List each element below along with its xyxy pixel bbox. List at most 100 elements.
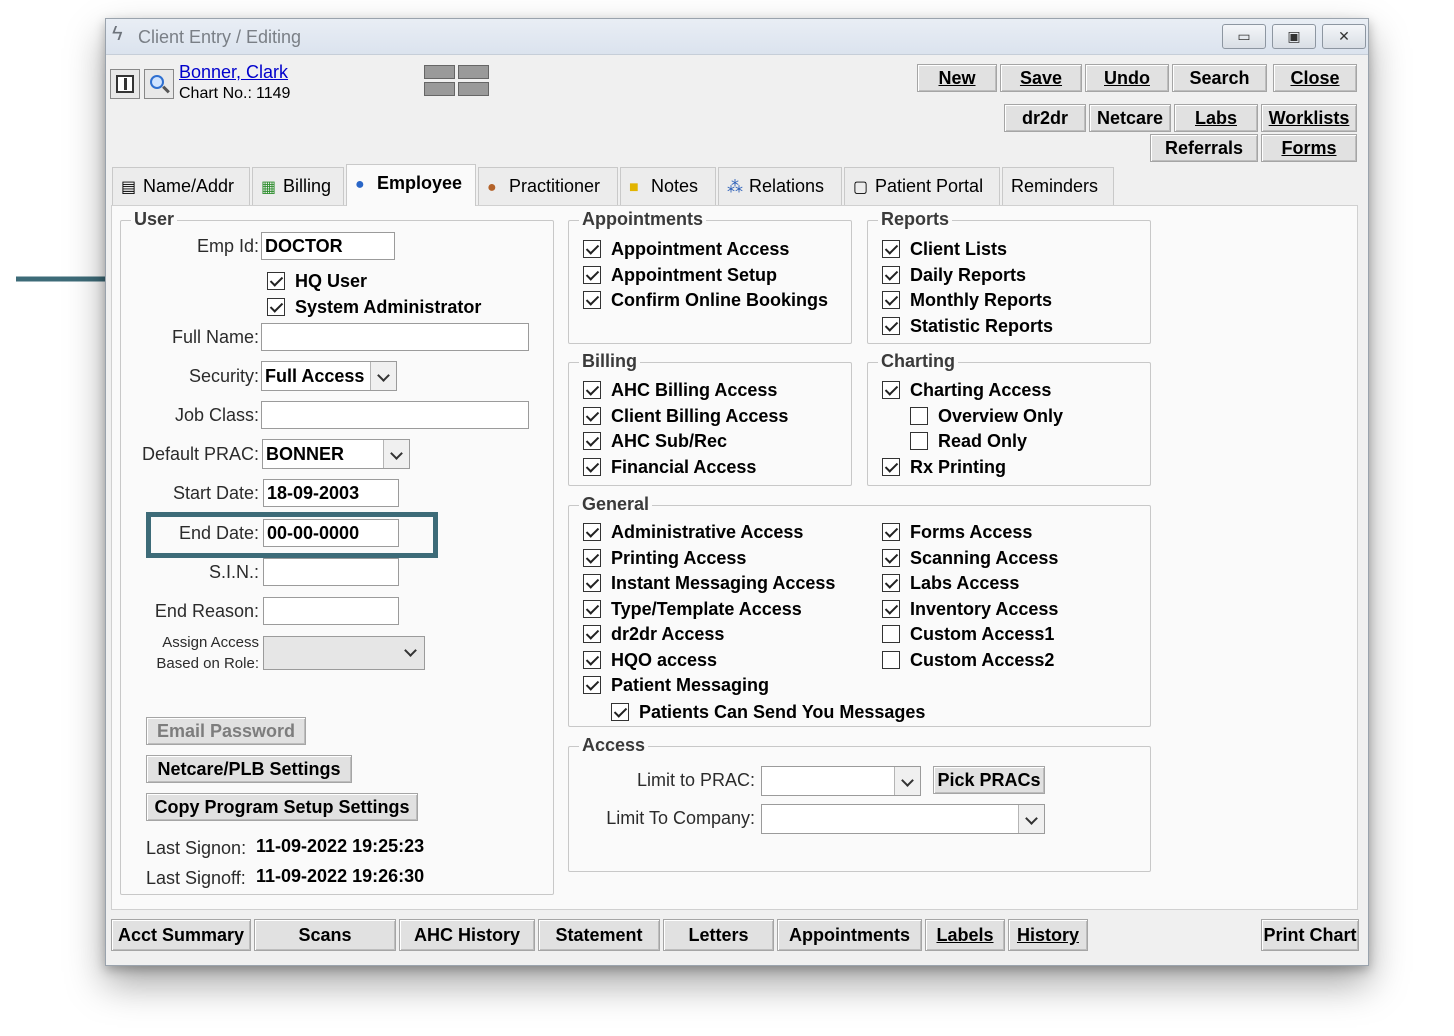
labs-access-checkbox[interactable]: Labs Access	[882, 572, 1019, 596]
appointment-setup-checkbox[interactable]: Appointment Setup	[583, 264, 777, 288]
ahc-history-button[interactable]: AHC History	[399, 919, 535, 951]
type-template-access-checkbox[interactable]: Type/Template Access	[583, 598, 802, 622]
statistic-reports-checkbox[interactable]: Statistic Reports	[882, 315, 1053, 339]
chevron-down-icon[interactable]	[398, 637, 424, 669]
tab-patient-portal[interactable]: ▢ Patient Portal	[844, 167, 1000, 205]
emp-id-field[interactable]: DOCTOR	[261, 232, 395, 260]
charting-legend: Charting	[878, 351, 958, 372]
id-card-icon: ▤	[121, 179, 137, 196]
copy-program-setup-button[interactable]: Copy Program Setup Settings	[146, 793, 418, 821]
client-billing-access-checkbox[interactable]: Client Billing Access	[583, 405, 788, 429]
maximize-button[interactable]: ▣	[1272, 24, 1316, 49]
financial-access-checkbox[interactable]: Financial Access	[583, 456, 756, 480]
start-date-field[interactable]: 18-09-2003	[263, 479, 399, 507]
hq-user-box[interactable]	[267, 272, 285, 290]
netcare-plb-settings-button[interactable]: Netcare/PLB Settings	[146, 755, 352, 783]
inventory-access-checkbox[interactable]: Inventory Access	[882, 598, 1058, 622]
daily-reports-checkbox[interactable]: Daily Reports	[882, 264, 1026, 288]
sysadmin-box[interactable]	[267, 298, 285, 316]
labs-button[interactable]: Labs	[1174, 104, 1258, 132]
last-signon-label: Last Signon:	[146, 838, 247, 858]
limit-prac-select[interactable]	[761, 766, 921, 796]
chevron-down-icon[interactable]	[370, 362, 396, 390]
scans-button[interactable]: Scans	[254, 919, 396, 951]
search-button[interactable]: Search	[1172, 64, 1267, 92]
id-card-button[interactable]	[110, 69, 140, 99]
print-chart-button[interactable]: Print Chart	[1261, 919, 1359, 951]
default-prac-select[interactable]: BONNER	[262, 439, 410, 469]
full-name-field[interactable]	[261, 323, 529, 351]
tree-icon: ⁂	[727, 179, 743, 196]
client-lists-checkbox[interactable]: Client Lists	[882, 238, 1007, 262]
layout-grid-icon[interactable]	[424, 65, 490, 97]
undo-button[interactable]: Undo	[1085, 64, 1169, 92]
client-name-link[interactable]: Bonner, Clark	[179, 62, 288, 83]
security-select[interactable]: Full Access	[261, 361, 397, 391]
client-search-button[interactable]	[144, 69, 174, 99]
new-button[interactable]: New	[917, 64, 997, 92]
chevron-down-icon[interactable]	[383, 440, 409, 468]
save-button[interactable]: Save	[1000, 64, 1082, 92]
acct-summary-button[interactable]: Acct Summary	[111, 919, 251, 951]
custom-access1-checkbox[interactable]: Custom Access1	[882, 623, 1054, 647]
dr2dr-access-checkbox[interactable]: dr2dr Access	[583, 623, 724, 647]
sin-label: S.I.N.:	[208, 562, 259, 582]
hq-user-checkbox[interactable]: HQ User	[267, 270, 367, 294]
printing-access-checkbox[interactable]: Printing Access	[583, 547, 746, 571]
assign-access-select[interactable]	[263, 636, 425, 670]
overview-only-checkbox[interactable]: Overview Only	[910, 405, 1063, 429]
email-password-button[interactable]: Email Password	[146, 717, 306, 745]
note-icon: ■	[629, 179, 639, 196]
magnifier-handle	[162, 85, 170, 94]
confirm-online-bookings-checkbox[interactable]: Confirm Online Bookings	[583, 289, 828, 313]
pick-pracs-button[interactable]: Pick PRACs	[933, 766, 1045, 794]
charting-access-checkbox[interactable]: Charting Access	[882, 379, 1051, 403]
title-bar[interactable]: ϟ Client Entry / Editing ▭ ▣ ✕	[106, 19, 1368, 55]
limit-company-label: Limit To Company:	[606, 808, 755, 828]
ledger-icon: ▦	[261, 179, 277, 196]
chevron-down-icon[interactable]	[894, 767, 920, 795]
job-class-field[interactable]	[261, 401, 529, 429]
tab-relations[interactable]: ⁂ Relations	[718, 167, 842, 205]
sysadmin-checkbox[interactable]: System Administrator	[267, 296, 481, 320]
ahc-billing-access-checkbox[interactable]: AHC Billing Access	[583, 379, 777, 403]
limit-company-select[interactable]	[761, 804, 1045, 834]
rx-printing-checkbox[interactable]: Rx Printing	[882, 456, 1006, 480]
minimize-button[interactable]: ▭	[1222, 24, 1266, 49]
tab-name-addr[interactable]: ▤ Name/Addr	[112, 167, 250, 205]
worklists-button[interactable]: Worklists	[1261, 104, 1357, 132]
forms-button[interactable]: Forms	[1261, 134, 1357, 162]
hqo-access-checkbox[interactable]: HQO access	[583, 649, 717, 673]
tab-practitioner[interactable]: ● Practitioner	[478, 167, 618, 205]
last-signon-value: 11-09-2022 19:25:23	[256, 836, 425, 856]
tab-employee[interactable]: ● Employee	[346, 164, 476, 206]
end-reason-field[interactable]	[263, 597, 399, 625]
tab-reminders[interactable]: Reminders	[1002, 167, 1114, 205]
netcare-button[interactable]: Netcare	[1089, 104, 1171, 132]
appointments-button[interactable]: Appointments	[777, 919, 922, 951]
statement-button[interactable]: Statement	[538, 919, 660, 951]
sin-field[interactable]	[263, 558, 399, 586]
tab-billing[interactable]: ▦ Billing	[252, 167, 344, 205]
chevron-down-icon[interactable]	[1018, 805, 1044, 833]
patients-can-send-messages-checkbox[interactable]: Patients Can Send You Messages	[611, 701, 925, 725]
forms-access-checkbox[interactable]: Forms Access	[882, 521, 1032, 545]
history-button[interactable]: History	[1008, 919, 1088, 951]
close-button[interactable]: Close	[1273, 64, 1357, 92]
security-label: Security:	[188, 366, 259, 386]
close-window-button[interactable]: ✕	[1322, 24, 1366, 49]
dr2dr-button[interactable]: dr2dr	[1004, 104, 1086, 132]
custom-access2-checkbox[interactable]: Custom Access2	[882, 649, 1054, 673]
ahc-sub-rec-checkbox[interactable]: AHC Sub/Rec	[583, 430, 727, 454]
administrative-access-checkbox[interactable]: Administrative Access	[583, 521, 803, 545]
letters-button[interactable]: Letters	[663, 919, 774, 951]
scanning-access-checkbox[interactable]: Scanning Access	[882, 547, 1058, 571]
tab-notes[interactable]: ■ Notes	[620, 167, 716, 205]
monthly-reports-checkbox[interactable]: Monthly Reports	[882, 289, 1052, 313]
read-only-checkbox[interactable]: Read Only	[910, 430, 1027, 454]
referrals-button[interactable]: Referrals	[1150, 134, 1258, 162]
instant-messaging-access-checkbox[interactable]: Instant Messaging Access	[583, 572, 835, 596]
labels-button[interactable]: Labels	[925, 919, 1005, 951]
appointment-access-checkbox[interactable]: Appointment Access	[583, 238, 789, 262]
patient-messaging-checkbox[interactable]: Patient Messaging	[583, 674, 769, 698]
